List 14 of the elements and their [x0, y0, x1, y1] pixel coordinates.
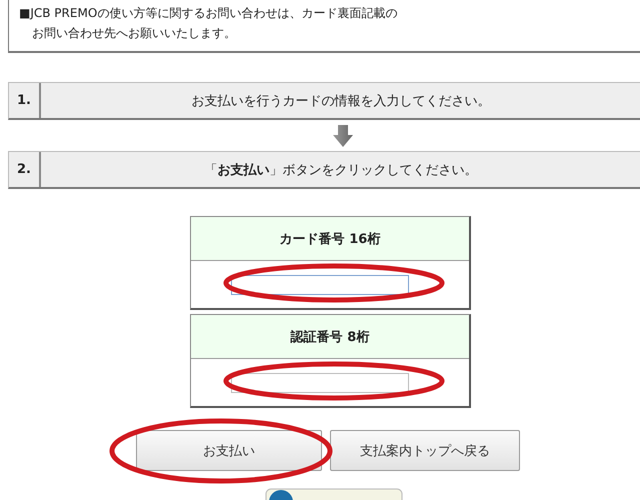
down-arrow-icon	[333, 125, 353, 147]
step-number: 1.	[9, 83, 41, 118]
pay-button[interactable]: お支払い	[136, 430, 322, 471]
badge-icon	[265, 488, 403, 500]
step-text: 「お支払い」ボタンをクリックしてください。	[204, 162, 478, 180]
input-field[interactable]	[231, 372, 409, 392]
step-text: お支払いを行うカードの情報を入力してください。	[190, 92, 492, 110]
step-number: 2.	[9, 152, 41, 187]
input-field[interactable]	[231, 274, 409, 294]
notice-text: ■JCB PREMOの使い方等に関するお問い合わせは、カード裏面記載の	[19, 5, 398, 22]
back-button[interactable]: 支払案内トップへ戻る	[330, 430, 520, 471]
notice-text: お問い合わせ先へお願いいたします。	[31, 25, 237, 42]
field-label: 認証番号 8桁	[191, 315, 469, 359]
field-label: カード番号 16桁	[191, 217, 469, 261]
